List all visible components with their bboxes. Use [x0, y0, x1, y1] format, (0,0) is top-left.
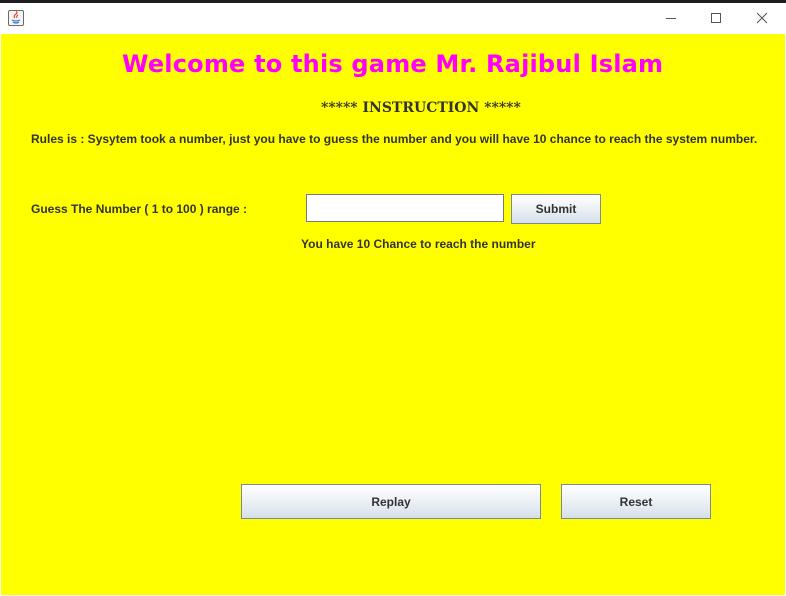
replay-button[interactable]: Replay: [241, 484, 541, 519]
close-icon: [756, 12, 768, 24]
minimize-button[interactable]: [648, 4, 694, 32]
submit-button[interactable]: Submit: [511, 194, 601, 224]
java-app-icon[interactable]: [8, 10, 24, 26]
close-button[interactable]: [739, 4, 785, 32]
guess-input[interactable]: [306, 194, 504, 222]
minimize-icon: [666, 18, 676, 19]
chance-status: You have 10 Chance to reach the number: [301, 237, 536, 251]
maximize-icon: [711, 13, 721, 23]
reset-button[interactable]: Reset: [561, 484, 711, 519]
guess-label: Guess The Number ( 1 to 100 ) range :: [31, 202, 248, 216]
welcome-title: Welcome to this game Mr. Rajibul Islam: [122, 50, 664, 78]
instruction-heading: ***** INSTRUCTION *****: [321, 100, 521, 116]
window-top-border: [0, 0, 786, 3]
maximize-button[interactable]: [693, 4, 739, 32]
rules-text: Rules is : Sysytem took a number, just y…: [31, 132, 758, 146]
game-window: Welcome to this game Mr. Rajibul Islam *…: [0, 0, 786, 596]
title-bar: [0, 0, 786, 34]
game-panel: Welcome to this game Mr. Rajibul Islam *…: [1, 34, 785, 595]
